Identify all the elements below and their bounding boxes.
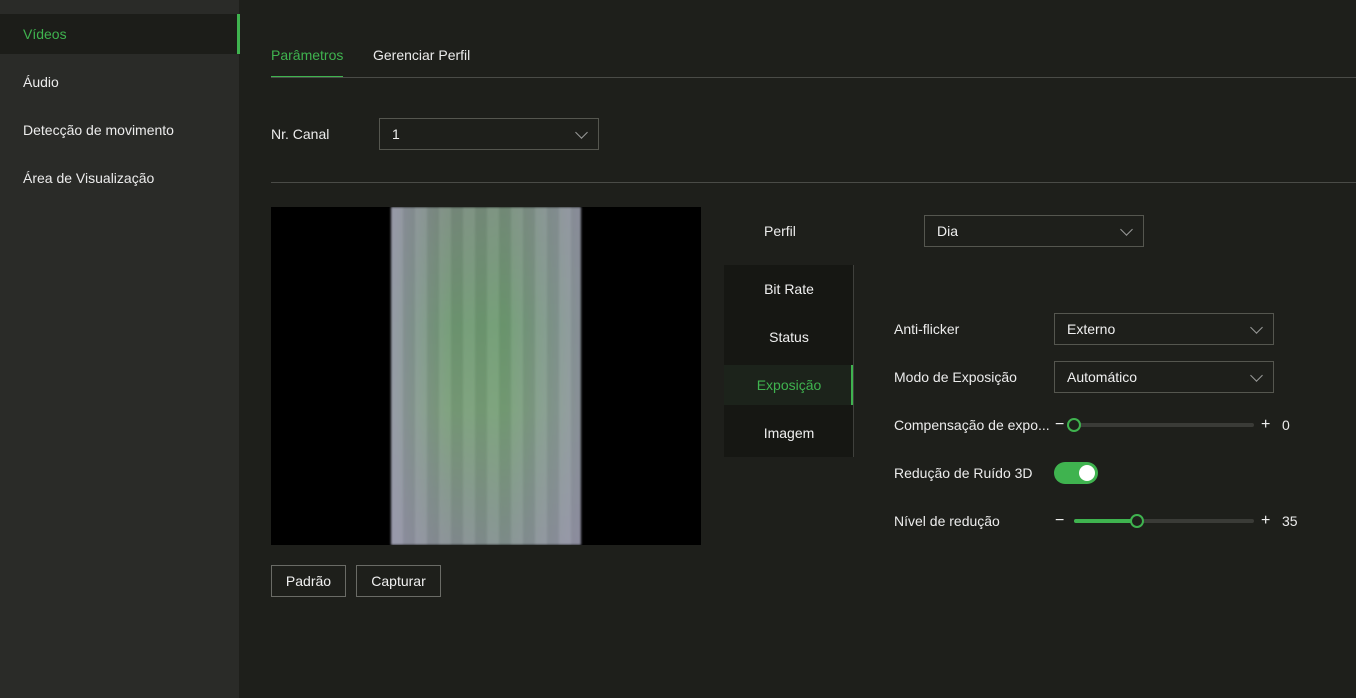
sidebar-item-videos[interactable]: Vídeos <box>0 14 240 54</box>
sidebar: Vídeos Áudio Detecção de movimento Área … <box>0 0 240 698</box>
exposure-comp-handle[interactable] <box>1067 418 1081 432</box>
chevron-down-icon <box>1250 321 1263 334</box>
sidebar-item-audio[interactable]: Áudio <box>0 62 239 102</box>
channel-select[interactable]: 1 <box>379 118 599 150</box>
profile-select[interactable]: Dia <box>924 215 1144 247</box>
exposure-comp-label: Compensação de expo... <box>894 417 1050 433</box>
anti-flicker-value: Externo <box>1067 321 1116 337</box>
sidebar-item-view-area[interactable]: Área de Visualização <box>0 158 239 198</box>
exposure-comp-value: 0 <box>1282 417 1290 433</box>
noise-3d-toggle[interactable] <box>1054 462 1098 484</box>
chevron-down-icon <box>1120 223 1133 236</box>
video-preview <box>271 207 701 545</box>
exposure-comp-plus[interactable]: + <box>1261 417 1270 433</box>
noise-3d-label: Redução de Ruído 3D <box>894 465 1033 481</box>
channel-select-value: 1 <box>392 126 400 142</box>
reduction-level-minus[interactable]: − <box>1055 513 1064 529</box>
channel-label: Nr. Canal <box>271 126 330 142</box>
reduction-level-slider[interactable] <box>1074 514 1254 528</box>
anti-flicker-label: Anti-flicker <box>894 321 960 337</box>
anti-flicker-select[interactable]: Externo <box>1054 313 1274 345</box>
exposure-mode-select[interactable]: Automático <box>1054 361 1274 393</box>
exposure-comp-minus[interactable]: − <box>1055 417 1064 433</box>
exposure-mode-label: Modo de Exposição <box>894 369 1017 385</box>
reduction-level-label: Nível de redução <box>894 513 1000 529</box>
camera-image <box>391 207 581 545</box>
reduction-level-plus[interactable]: + <box>1261 513 1270 529</box>
reduction-level-value: 35 <box>1282 513 1298 529</box>
profile-label: Perfil <box>764 223 796 239</box>
tabs-divider <box>271 77 1356 78</box>
tab-manage-profile[interactable]: Gerenciar Perfil <box>373 40 470 78</box>
profile-select-value: Dia <box>937 223 959 239</box>
chevron-down-icon <box>575 126 588 139</box>
capture-button[interactable]: Capturar <box>356 565 441 597</box>
settings-side-tabs: Bit Rate Status Exposição Imagem <box>724 265 854 457</box>
side-tab-image[interactable]: Imagem <box>724 413 854 453</box>
sidebar-item-motion-detection[interactable]: Detecção de movimento <box>0 110 239 150</box>
side-tabs-border <box>853 265 854 457</box>
reduction-level-fill <box>1074 519 1137 523</box>
section-divider <box>271 182 1356 183</box>
reduction-level-handle[interactable] <box>1130 514 1144 528</box>
chevron-down-icon <box>1250 369 1263 382</box>
tab-parameters[interactable]: Parâmetros <box>271 40 344 78</box>
toggle-knob <box>1079 465 1095 481</box>
side-tab-exposure[interactable]: Exposição <box>724 365 854 405</box>
exposure-comp-slider[interactable] <box>1067 418 1254 432</box>
side-tab-bit-rate[interactable]: Bit Rate <box>724 269 854 309</box>
side-tab-status[interactable]: Status <box>724 317 854 357</box>
default-button[interactable]: Padrão <box>271 565 346 597</box>
exposure-mode-value: Automático <box>1067 369 1138 385</box>
